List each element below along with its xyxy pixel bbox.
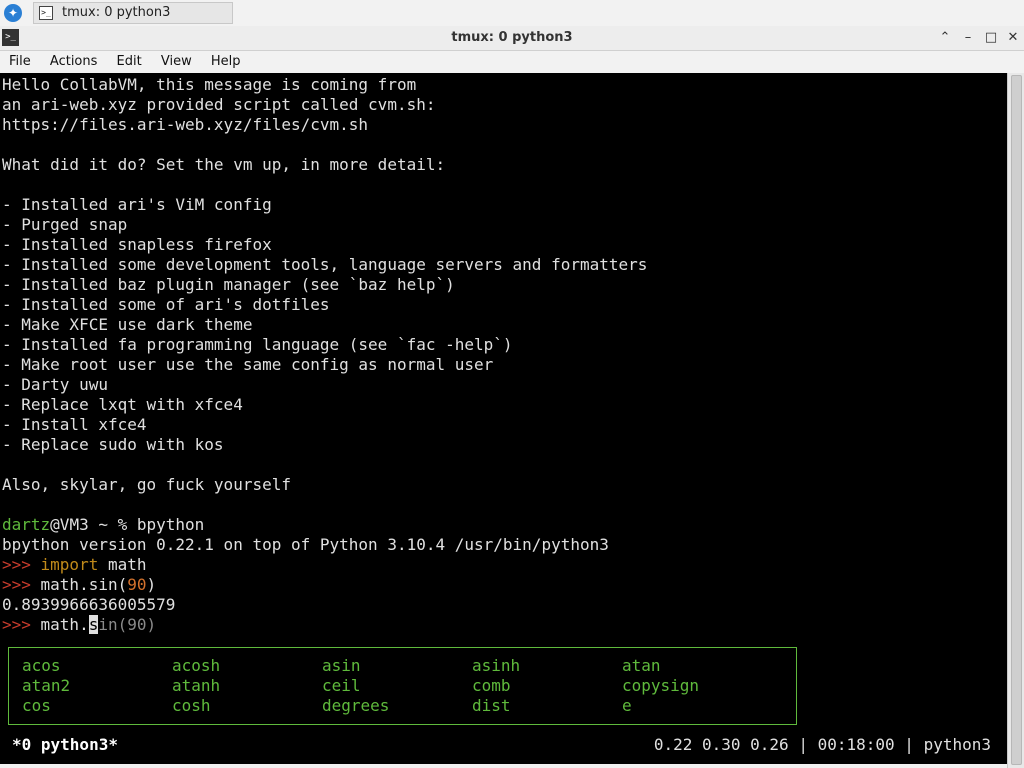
- load-average: 0.22 0.30 0.26: [653, 735, 789, 754]
- status-separator: |: [894, 735, 924, 754]
- terminal-scrollbar[interactable]: [1007, 73, 1024, 768]
- terminal-line: - Make XFCE use dark theme: [2, 315, 253, 334]
- completion-item[interactable]: acosh: [172, 656, 220, 676]
- terminal-line: - Installed ari's ViM config: [2, 195, 272, 214]
- completion-item[interactable]: dist: [472, 696, 511, 716]
- autosuggest: in(90): [98, 615, 157, 634]
- completion-item[interactable]: cosh: [172, 696, 211, 716]
- applications-menu-icon[interactable]: ✦: [4, 4, 22, 22]
- shell-host: @VM3 ~ %: [50, 515, 137, 534]
- clock: 00:18:00: [817, 735, 895, 754]
- typing-pre: math.: [40, 615, 89, 634]
- completion-item[interactable]: asinh: [472, 656, 520, 676]
- text-cursor: s: [88, 615, 99, 634]
- window-shade-icon[interactable]: ⌃: [936, 29, 954, 47]
- status-separator: |: [788, 735, 818, 754]
- shell-command: bpython: [136, 515, 205, 534]
- top-panel: ✦ >_ tmux: 0 python3: [0, 0, 1024, 27]
- menu-actions[interactable]: Actions: [44, 51, 104, 73]
- terminal-line: Also, skylar, go fuck yourself: [2, 475, 291, 494]
- terminal-line: - Installed some development tools, lang…: [2, 255, 648, 274]
- menu-edit[interactable]: Edit: [111, 51, 148, 73]
- terminal-line: - Installed some of ari's dotfiles: [2, 295, 330, 314]
- menu-file[interactable]: File: [3, 51, 37, 73]
- completion-item[interactable]: atanh: [172, 676, 220, 696]
- completion-box: acos acosh asin asinh atan atan2 atanh c…: [8, 647, 797, 725]
- terminal-area[interactable]: Hello CollabVM, this message is coming f…: [0, 73, 1007, 764]
- repl-line-import: >>> import math: [2, 555, 147, 575]
- sin-call-pre: math.sin(: [40, 575, 128, 594]
- taskbar-window-label: tmux: 0 python3: [62, 5, 171, 20]
- menu-view[interactable]: View: [155, 51, 198, 73]
- minimize-button[interactable]: –: [959, 29, 977, 47]
- completion-item[interactable]: atan2: [22, 676, 70, 696]
- terminal-line: - Purged snap: [2, 215, 128, 234]
- terminal-line: - Darty uwu: [2, 375, 108, 394]
- keyword-import: import: [40, 555, 99, 574]
- window-title: tmux: 0 python3: [451, 30, 573, 45]
- repl-input-line[interactable]: >>> math.sin(90): [2, 615, 156, 635]
- terminal-line: - Replace lxqt with xfce4: [2, 395, 243, 414]
- shell-user: dartz: [2, 515, 51, 534]
- terminal-icon: >_: [39, 6, 53, 20]
- version-line: bpython version 0.22.1 on top of Python …: [2, 535, 609, 554]
- terminal-line: - Install xfce4: [2, 415, 147, 434]
- terminal-line: Hello CollabVM, this message is coming f…: [2, 75, 417, 94]
- terminal-line: - Installed fa programming language (see…: [2, 335, 513, 354]
- terminal-line: an ari-web.xyz provided script called cv…: [2, 95, 436, 114]
- terminal-line: - Replace sudo with kos: [2, 435, 224, 454]
- completion-item[interactable]: comb: [472, 676, 511, 696]
- repl-prompt: >>>: [2, 555, 41, 574]
- menu-bar: File Actions Edit View Help: [0, 51, 1024, 73]
- tmux-status-right: 0.22 0.30 0.26 | 00:18:00 | python3: [654, 735, 991, 755]
- menu-help[interactable]: Help: [205, 51, 247, 73]
- completion-item[interactable]: atan: [622, 656, 661, 676]
- repl-prompt: >>>: [2, 575, 41, 594]
- completion-item[interactable]: asin: [322, 656, 361, 676]
- terminal-line: - Make root user use the same config as …: [2, 355, 494, 374]
- session-name: python3: [923, 735, 991, 754]
- completion-item[interactable]: copysign: [622, 676, 699, 696]
- close-button[interactable]: ✕: [1004, 29, 1022, 47]
- tmux-window-indicator[interactable]: *0 python3*: [12, 735, 118, 755]
- taskbar-window-button[interactable]: >_ tmux: 0 python3: [33, 2, 233, 24]
- window-titlebar[interactable]: >_ tmux: 0 python3 ⌃ – □ ✕: [0, 26, 1024, 51]
- terminal-line: - Installed baz plugin manager (see `baz…: [2, 275, 455, 294]
- sin-arg: 90: [127, 575, 147, 594]
- terminal-line: https://files.ari-web.xyz/files/cvm.sh: [2, 115, 369, 134]
- terminal-line: - Installed snapless firefox: [2, 235, 272, 254]
- completion-item[interactable]: cos: [22, 696, 51, 716]
- sin-call-post: ): [146, 575, 157, 594]
- scrollbar-thumb[interactable]: [1011, 75, 1022, 765]
- completion-item[interactable]: e: [622, 696, 632, 716]
- repl-prompt: >>>: [2, 615, 41, 634]
- completion-item[interactable]: ceil: [322, 676, 361, 696]
- shell-prompt-line: dartz@VM3 ~ % bpython: [2, 515, 204, 535]
- import-target: math: [98, 555, 147, 574]
- completion-item[interactable]: acos: [22, 656, 61, 676]
- result-line: 0.8939966636005579: [2, 595, 176, 614]
- terminal-line: What did it do? Set the vm up, in more d…: [2, 155, 446, 174]
- repl-line-sin: >>> math.sin(90): [2, 575, 156, 595]
- completion-item[interactable]: degrees: [322, 696, 389, 716]
- maximize-button[interactable]: □: [982, 29, 1000, 47]
